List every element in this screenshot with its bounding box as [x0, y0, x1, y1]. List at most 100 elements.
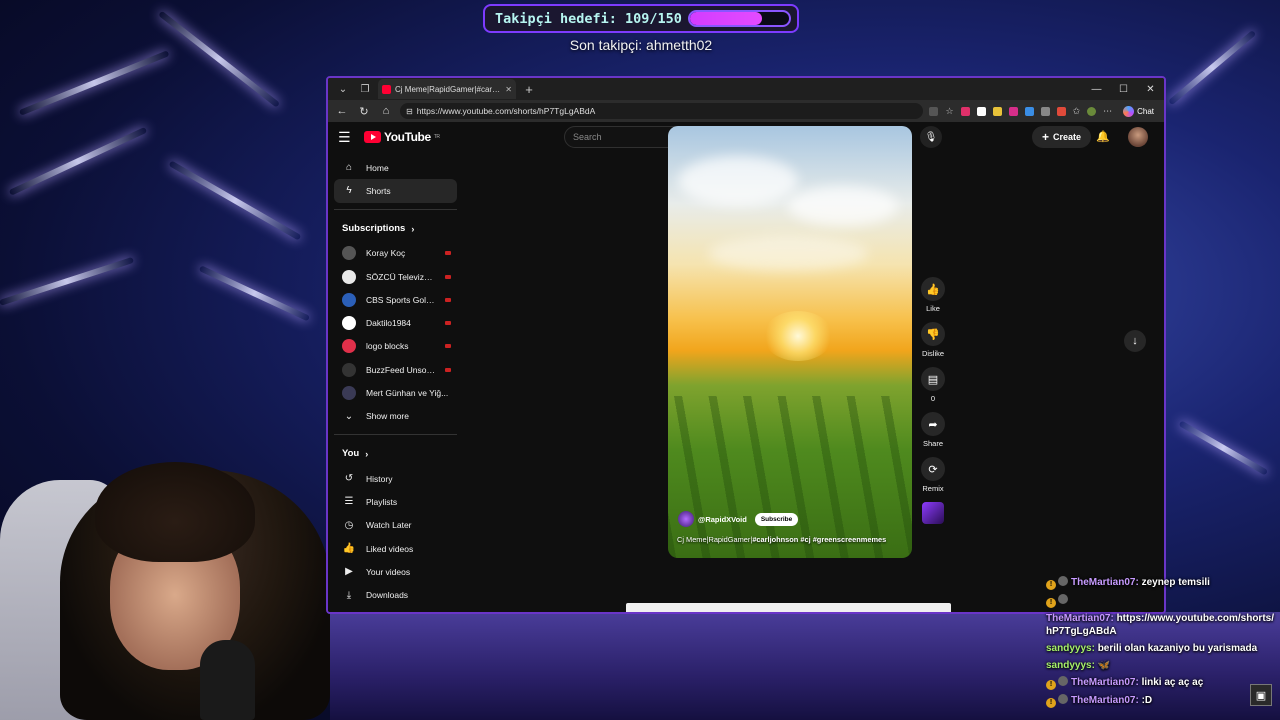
sidebar-subscription-item[interactable]: Koray Koç [334, 242, 457, 265]
tab-close-icon[interactable]: ✕ [505, 85, 512, 94]
tab-youtube-short[interactable]: Cj Meme|RapidGamer|#carljohnson ✕ [378, 79, 516, 99]
you-heading-label: You [342, 448, 360, 460]
chat-text: 🦋 [1097, 660, 1111, 671]
voice-search-button[interactable]: 🎙 [920, 126, 942, 148]
cloud [788, 186, 898, 226]
dislike-button[interactable]: 👎 [921, 322, 945, 346]
chat-badge-icon: ! [1046, 680, 1056, 690]
sidebar-item-home[interactable]: ⌂ Home [334, 156, 457, 179]
sidebar-item-label: Downloads [366, 590, 409, 601]
channel-name[interactable]: @RapidXVoid [698, 515, 747, 524]
comments-button[interactable]: ▤ [921, 367, 945, 391]
subscribe-button[interactable]: Subscribe [754, 512, 799, 526]
sidebar-item-shorts[interactable]: ϟ Shorts [334, 179, 457, 203]
sidebar-item-label: Liked videos [366, 543, 414, 554]
favorite-star-icon[interactable]: ☆ [945, 106, 953, 117]
youtube-logo-text: YouTube [384, 130, 431, 144]
sidebar-item-liked-videos[interactable]: 👍 Liked videos [334, 537, 457, 560]
url-text: https://www.youtube.com/shorts/hP7TgLgAB… [416, 106, 596, 116]
sidebar-subscription-item[interactable]: SÖZCÜ Televizyo... [334, 265, 457, 288]
sun [763, 311, 833, 361]
tab-actions-chevron-icon[interactable]: ⌄ [334, 80, 352, 98]
channel-avatar [342, 246, 356, 261]
sidebar-subscription-item[interactable]: logo blocks [334, 335, 457, 358]
sidebar-subscription-item[interactable]: BuzzFeed Unsolv... [334, 358, 457, 381]
favorites-icon[interactable]: ✩ [1073, 106, 1081, 117]
chat-badge-icon [1058, 576, 1068, 586]
sidebar-item-history[interactable]: ↺ History [334, 467, 457, 490]
channel-avatar [342, 269, 356, 284]
create-button[interactable]: + Create [1032, 126, 1092, 148]
shorts-icon: ϟ [346, 185, 352, 197]
live-indicator-icon [445, 321, 451, 326]
you-heading[interactable]: You › [334, 441, 457, 467]
app-available-icon[interactable] [929, 106, 939, 116]
subscriptions-heading[interactable]: Subscriptions › [334, 216, 457, 242]
copilot-chat-button[interactable]: Chat [1119, 105, 1158, 117]
account-avatar[interactable] [1128, 127, 1148, 147]
extension-icon[interactable] [992, 106, 1002, 116]
sidebar-item-watch-later[interactable]: ◷ Watch Later [334, 514, 457, 537]
short-video-player[interactable]: @RapidXVoid Subscribe Cj Meme|RapidGamer… [668, 126, 912, 558]
site-info-icon[interactable]: ⊟ [406, 107, 413, 116]
notifications-bell-icon[interactable]: 🔔 [1096, 130, 1110, 143]
sidebar-item-label: logo blocks [366, 341, 409, 352]
sound-thumbnail[interactable] [922, 502, 944, 524]
url-field[interactable]: ⊟ https://www.youtube.com/shorts/hP7TgLg… [400, 103, 924, 119]
sidebar-item-downloads[interactable]: ⤓ Downloads [334, 583, 457, 606]
sidebar-subscription-item[interactable]: Mert Günhan ve Yiğ... [334, 381, 457, 404]
last-follower: Son takipçi: ahmetth02 [569, 37, 713, 53]
chat-text: zeynep temsili [1141, 577, 1210, 588]
chevron-right-icon: › [411, 223, 415, 234]
back-icon[interactable]: ← [334, 105, 350, 117]
short-title-hashtags[interactable]: #carljohnson #cj #greenscreenmemes [752, 535, 886, 544]
sidebar-item-your-videos[interactable]: ▶ Your videos [334, 560, 457, 583]
stage-light [18, 50, 170, 116]
show-more-button[interactable]: ⌄ Show more [334, 405, 457, 428]
home-page-icon[interactable]: ⌂ [378, 105, 394, 117]
workspaces-icon[interactable]: ❐ [356, 80, 374, 98]
chat-text: berili olan kazaniyo bu yarismada [1097, 643, 1258, 654]
youtube-favicon-icon [382, 84, 391, 94]
extension-icon[interactable] [960, 106, 970, 116]
sidebar-item-label: Koray Koç [366, 248, 406, 259]
share-button[interactable]: ➦ [921, 412, 945, 436]
refresh-icon[interactable]: ↻ [356, 105, 372, 118]
search-placeholder: Search [573, 132, 602, 142]
chat-text: linki aç aç aç [1141, 677, 1204, 688]
extension-icon[interactable] [1056, 106, 1066, 116]
channel-avatar [342, 386, 356, 401]
profile-icon[interactable] [1087, 106, 1097, 116]
youtube-logo[interactable]: YouTube TR [364, 130, 440, 144]
chat-badge-icon [1058, 694, 1068, 704]
cloud [678, 156, 798, 206]
channel-avatar[interactable] [678, 511, 694, 527]
chat-message: ! TheMartian07: zeynep temsili [1046, 576, 1280, 590]
new-tab-icon[interactable]: + [520, 80, 538, 98]
youtube-page: ☰ YouTube TR Search ⌕ 🎙 + Create 🔔 ⌂ Hom… [328, 122, 1164, 612]
short-actions: 👍 Like 👎 Dislike ▤ 0 ➦ Share ⟳ Remix [918, 277, 948, 524]
maximize-icon[interactable]: ☐ [1110, 84, 1137, 95]
close-window-icon[interactable]: ✕ [1137, 84, 1164, 95]
minimize-icon[interactable]: — [1083, 84, 1110, 95]
remix-button[interactable]: ⟳ [921, 457, 945, 481]
like-button[interactable]: 👍 [921, 277, 945, 301]
short-title-text: Cj Meme|RapidGamer| [677, 535, 753, 544]
sidebar-subscription-item[interactable]: CBS Sports Gola... [334, 288, 457, 311]
extension-icon[interactable] [976, 106, 986, 116]
extension-icon[interactable] [1008, 106, 1018, 116]
extension-icon[interactable] [1040, 106, 1050, 116]
sidebar-subscription-item[interactable]: Daktilo1984 [334, 311, 457, 334]
channel-avatar [342, 339, 356, 354]
stage-light [1178, 420, 1269, 476]
chat-badge-icon [1058, 676, 1068, 686]
dislike-action: 👎 Dislike [918, 322, 948, 358]
chat-message: ! TheMartian07: :D [1046, 694, 1280, 708]
live-indicator-icon [445, 274, 451, 279]
sidebar-item-playlists[interactable]: ☰ Playlists [334, 490, 457, 513]
next-short-button[interactable]: ↓ [1124, 330, 1146, 352]
extension-icon[interactable] [1024, 106, 1034, 116]
downloads-icon: ⤓ [346, 589, 352, 601]
hamburger-menu-icon[interactable]: ☰ [338, 129, 364, 146]
more-options-icon[interactable]: ⋯ [1103, 106, 1112, 117]
